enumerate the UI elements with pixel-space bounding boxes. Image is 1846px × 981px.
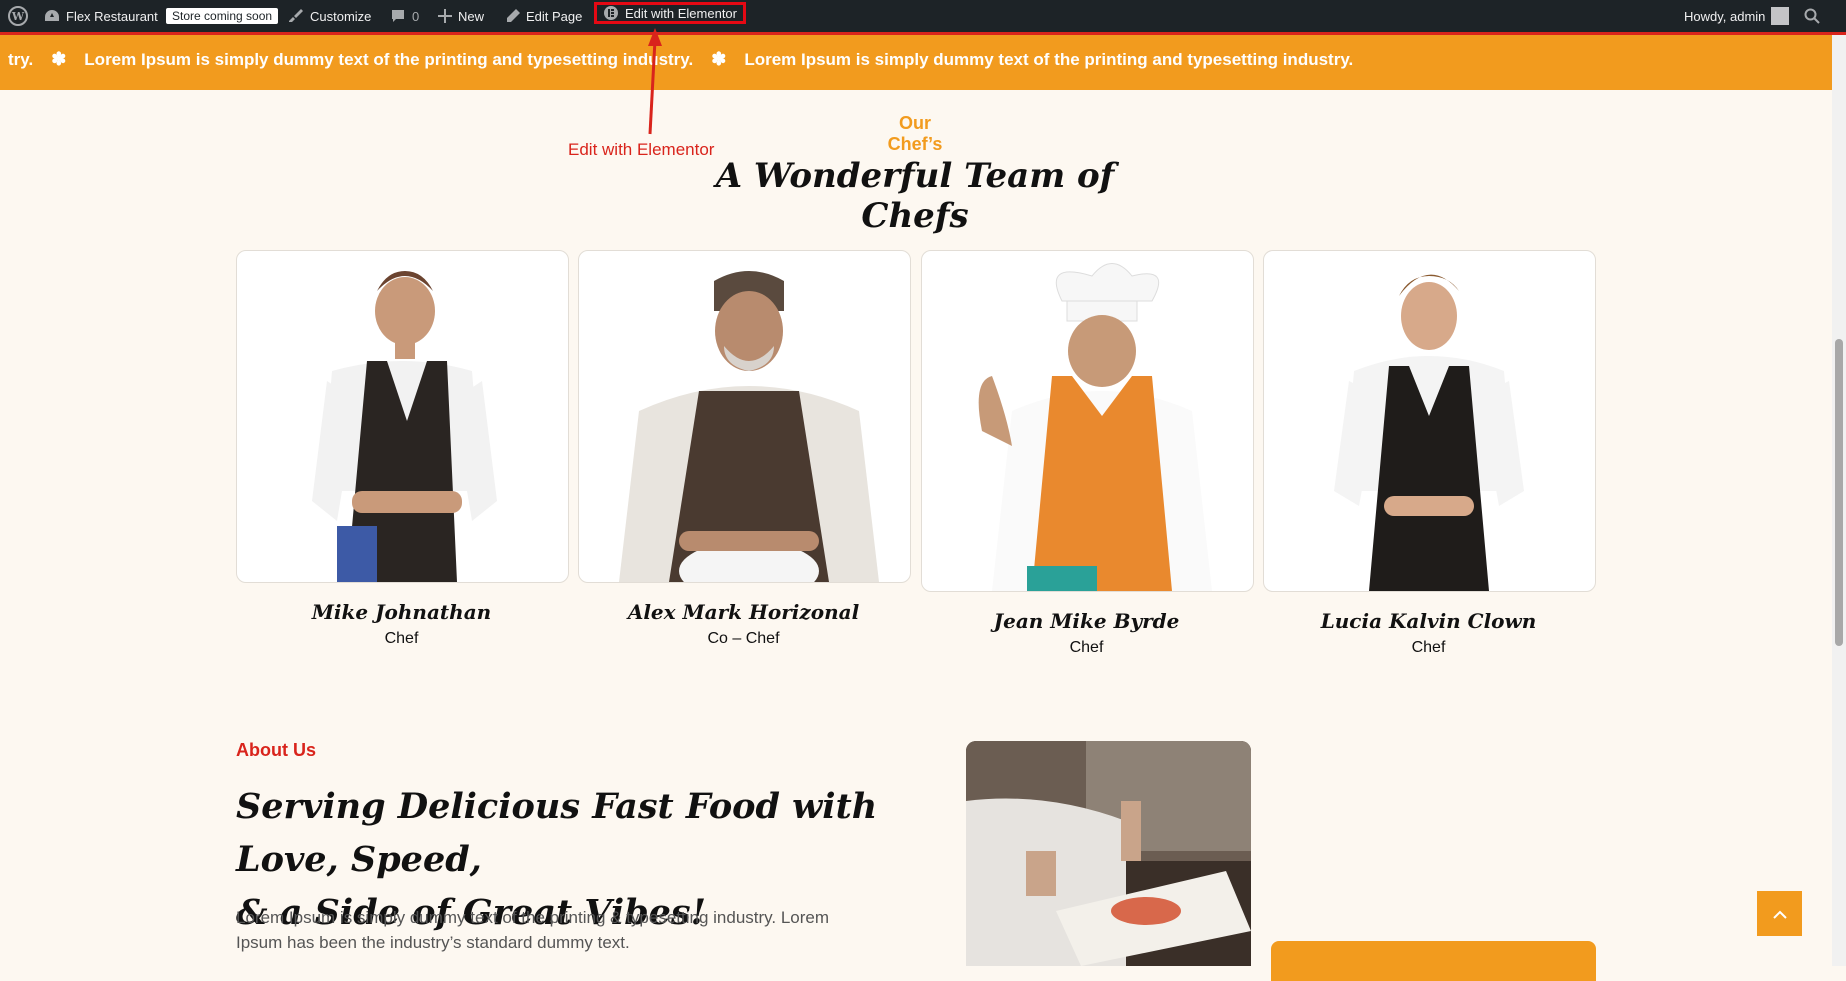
scrollbar-thumb[interactable] bbox=[1835, 339, 1843, 646]
about-text: Lorem Ipsum is simply dummy text of the … bbox=[236, 908, 830, 952]
customize-label: Customize bbox=[310, 8, 372, 24]
ticker-track: try. ✽ Lorem Ipsum is simply dummy text … bbox=[8, 49, 1353, 70]
ticker-text: Lorem Ipsum is simply dummy text of the … bbox=[84, 49, 694, 69]
dashboard-icon bbox=[45, 10, 59, 21]
store-coming-soon-badge: Store coming soon bbox=[166, 8, 279, 24]
brush-icon bbox=[289, 9, 303, 22]
page-scrollbar[interactable] bbox=[1832, 35, 1846, 966]
wordpress-icon: W bbox=[8, 6, 28, 26]
annotation-label: Edit with Elementor bbox=[568, 140, 715, 159]
about-label: About Us bbox=[236, 740, 316, 760]
my-account-link[interactable]: Howdy, admin bbox=[1684, 0, 1790, 32]
ticker-lead-text: try. bbox=[8, 49, 34, 69]
admin-bar: W Flex Restaurant Store coming soon Cust… bbox=[0, 0, 1846, 32]
avatar bbox=[1771, 7, 1790, 25]
chef-card[interactable] bbox=[578, 250, 911, 583]
about-photo bbox=[966, 741, 1251, 966]
site-name-link[interactable]: Flex Restaurant bbox=[44, 0, 158, 32]
svg-text:W: W bbox=[11, 10, 25, 23]
site-name: Flex Restaurant bbox=[66, 8, 158, 24]
search-icon bbox=[1804, 8, 1820, 24]
annotation-arrow bbox=[648, 28, 662, 135]
chef-photo bbox=[978, 263, 1212, 591]
announcement-ticker: try. ✽ Lorem Ipsum is simply dummy text … bbox=[0, 35, 1832, 90]
ticker-text: Lorem Ipsum is simply dummy text of the … bbox=[744, 49, 1354, 69]
plus-icon bbox=[438, 9, 452, 23]
new-content-link[interactable]: New bbox=[438, 0, 484, 32]
pencil-icon bbox=[507, 9, 520, 22]
comments-count: 0 bbox=[412, 8, 420, 24]
chef-role: Chef bbox=[1069, 639, 1104, 656]
chef-photo bbox=[1334, 274, 1524, 591]
chef-role: Chef bbox=[1411, 639, 1446, 656]
stats-card bbox=[1271, 941, 1596, 981]
chef-role: Chef bbox=[384, 630, 419, 647]
chevron-up-icon bbox=[1772, 910, 1787, 919]
store-status-link[interactable]: Store coming soon bbox=[166, 0, 279, 32]
comments-link[interactable]: 0 bbox=[390, 0, 419, 32]
asterisk-icon: ✽ bbox=[51, 49, 67, 69]
section-subtitle: Our Chef’s bbox=[887, 113, 943, 154]
chef-name: Lucia Kalvin Clown bbox=[1320, 609, 1537, 633]
chef-role: Co – Chef bbox=[707, 630, 780, 647]
back-to-top-button[interactable] bbox=[1757, 891, 1802, 936]
search-button[interactable] bbox=[1804, 0, 1820, 32]
edit-page-link[interactable]: Edit Page bbox=[506, 0, 582, 32]
howdy-label: Howdy, admin bbox=[1684, 8, 1766, 24]
new-label: New bbox=[458, 8, 485, 24]
about-title-line: Serving Delicious Fast Food with Love, S… bbox=[236, 786, 878, 880]
comment-icon bbox=[392, 10, 404, 22]
chef-card[interactable] bbox=[921, 250, 1254, 592]
edit-with-elementor-link[interactable]: Edit with Elementor bbox=[594, 2, 746, 24]
customize-link[interactable]: Customize bbox=[288, 0, 371, 32]
edit-with-elementor-label: Edit with Elementor bbox=[625, 5, 737, 21]
chef-photo bbox=[312, 271, 497, 582]
wordpress-logo-button[interactable]: W bbox=[8, 0, 28, 32]
chef-name: Jean Mike Byrde bbox=[993, 609, 1180, 633]
section-title: A Wonderful Team of Chefs bbox=[715, 156, 1115, 236]
edit-page-label: Edit Page bbox=[526, 8, 583, 24]
chef-photo bbox=[619, 271, 879, 582]
chef-card[interactable] bbox=[1263, 250, 1596, 592]
chef-plating-image bbox=[966, 741, 1251, 966]
chef-card[interactable] bbox=[236, 250, 569, 583]
asterisk-icon: ✽ bbox=[711, 49, 727, 69]
elementor-icon bbox=[604, 6, 618, 20]
chef-name: Mike Johnathan bbox=[311, 600, 492, 624]
chef-name: Alex Mark Horizonal bbox=[627, 600, 860, 624]
